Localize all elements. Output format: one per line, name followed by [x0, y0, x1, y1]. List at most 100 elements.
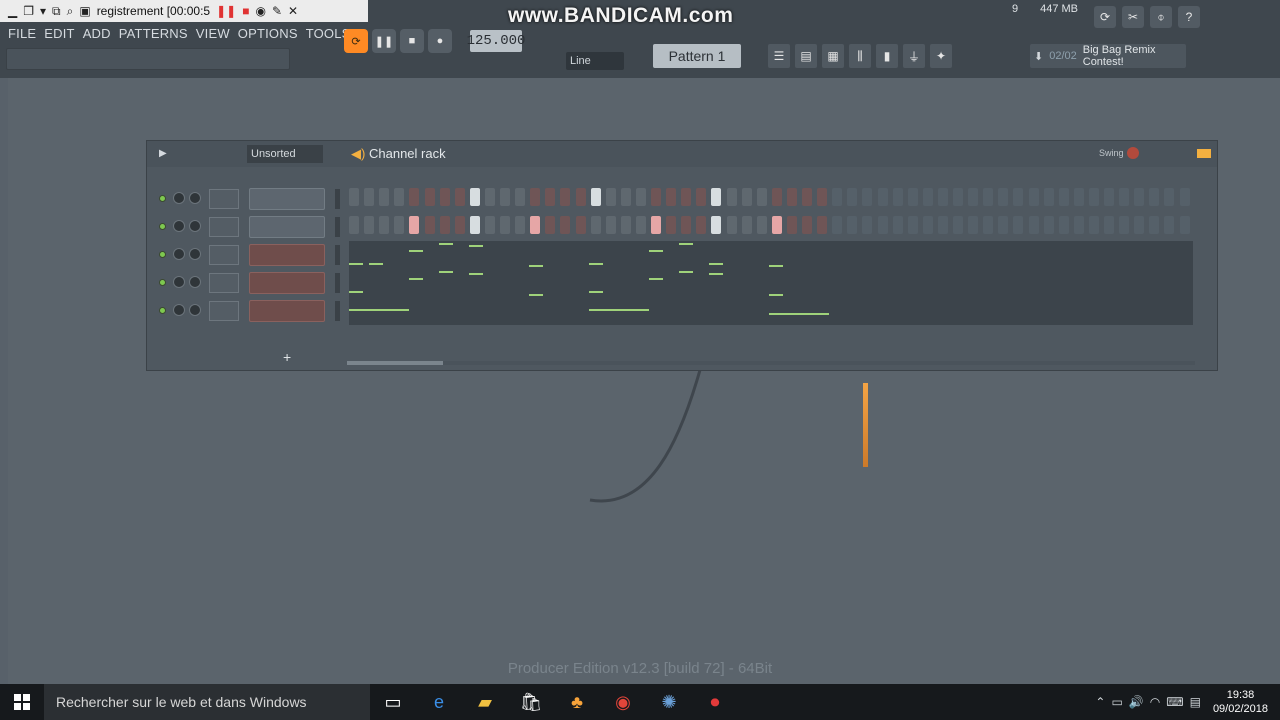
- step-button[interactable]: [847, 216, 858, 234]
- restore-icon[interactable]: ❐: [23, 4, 34, 18]
- step-button[interactable]: [1149, 188, 1160, 206]
- step-button[interactable]: [998, 216, 1009, 234]
- step-button[interactable]: [1134, 188, 1145, 206]
- step-button[interactable]: [515, 188, 526, 206]
- search-box[interactable]: Rechercher sur le web et dans Windows: [44, 684, 370, 720]
- mixer-track[interactable]: [209, 217, 239, 237]
- playlist-icon[interactable]: ☰: [768, 44, 790, 68]
- step-button[interactable]: [620, 216, 631, 234]
- edge-icon[interactable]: e: [416, 684, 462, 720]
- step-button[interactable]: [409, 188, 420, 206]
- step-button[interactable]: [696, 188, 707, 206]
- volume-knob[interactable]: [189, 304, 201, 316]
- volume-knob[interactable]: [189, 276, 201, 288]
- expand-icon[interactable]: ▶: [159, 148, 167, 159]
- step-button[interactable]: [575, 188, 586, 206]
- step-button[interactable]: [1119, 216, 1130, 234]
- swing-knob[interactable]: [1127, 147, 1139, 159]
- pattern-selector[interactable]: Pattern 1: [653, 44, 741, 68]
- step-button[interactable]: [530, 216, 541, 234]
- channel-name-button[interactable]: [249, 272, 325, 294]
- channel-name-button[interactable]: [249, 244, 325, 266]
- step-button[interactable]: [786, 216, 797, 234]
- stop-icon[interactable]: ■: [242, 4, 249, 18]
- step-button[interactable]: [937, 188, 948, 206]
- step-button[interactable]: [666, 216, 677, 234]
- step-button[interactable]: [424, 188, 435, 206]
- step-button[interactable]: [1164, 216, 1175, 234]
- step-button[interactable]: [605, 216, 616, 234]
- step-button[interactable]: [560, 216, 571, 234]
- close-icon[interactable]: ✕: [288, 4, 298, 18]
- step-button[interactable]: [1058, 188, 1069, 206]
- step-button[interactable]: [756, 188, 767, 206]
- step-button[interactable]: [953, 188, 963, 206]
- news-headline[interactable]: Big Bag Remix Contest!: [1083, 44, 1186, 68]
- bandicam-icon[interactable]: ⏺: [692, 684, 738, 720]
- wizard-icon[interactable]: ✦: [930, 44, 952, 68]
- step-button[interactable]: [605, 188, 616, 206]
- step-button[interactable]: [968, 188, 979, 206]
- piano-roll-icon[interactable]: ▤: [795, 44, 817, 68]
- step-button[interactable]: [469, 188, 480, 206]
- step-button[interactable]: [1043, 188, 1054, 206]
- pan-knob[interactable]: [173, 304, 185, 316]
- step-button[interactable]: [364, 216, 375, 234]
- mute-led[interactable]: [159, 307, 166, 314]
- step-button[interactable]: [500, 188, 510, 206]
- clock[interactable]: 19:38 09/02/2018: [1207, 688, 1268, 716]
- step-button[interactable]: [666, 188, 677, 206]
- record-button[interactable]: ●: [428, 29, 452, 53]
- capture-icon[interactable]: ▣: [79, 4, 90, 18]
- mixer-track[interactable]: [209, 245, 239, 265]
- step-button[interactable]: [1164, 188, 1175, 206]
- menu-options[interactable]: OPTIONS: [238, 26, 298, 41]
- step-button[interactable]: [741, 188, 752, 206]
- download-icon[interactable]: ⬇: [1034, 50, 1043, 63]
- step-button[interactable]: [817, 188, 828, 206]
- mute-led[interactable]: [159, 223, 166, 230]
- menu-edit[interactable]: EDIT: [44, 26, 74, 41]
- step-button[interactable]: [711, 216, 722, 234]
- step-button[interactable]: [832, 216, 843, 234]
- step-button[interactable]: [862, 188, 873, 206]
- step-button[interactable]: [484, 188, 495, 206]
- step-button[interactable]: [726, 188, 737, 206]
- step-button[interactable]: [711, 188, 722, 206]
- volume-knob[interactable]: [189, 248, 201, 260]
- step-button[interactable]: [832, 188, 843, 206]
- channel-name-button[interactable]: [249, 216, 325, 238]
- step-button[interactable]: [817, 216, 828, 234]
- step-button[interactable]: [620, 188, 631, 206]
- pan-knob[interactable]: [173, 220, 185, 232]
- mixer-icon[interactable]: ⫼: [849, 44, 871, 68]
- step-button[interactable]: [802, 188, 812, 206]
- step-button[interactable]: [892, 216, 903, 234]
- step-button[interactable]: [349, 216, 359, 234]
- pan-knob[interactable]: [173, 276, 185, 288]
- task-view-icon[interactable]: ▭: [370, 684, 416, 720]
- step-button[interactable]: [862, 216, 873, 234]
- step-button[interactable]: [847, 188, 858, 206]
- step-button[interactable]: [983, 216, 994, 234]
- step-button[interactable]: [500, 216, 510, 234]
- camera-icon[interactable]: ◉: [255, 4, 265, 18]
- menu-file[interactable]: FILE: [8, 26, 36, 41]
- step-button[interactable]: [726, 216, 737, 234]
- step-button[interactable]: [1088, 188, 1099, 206]
- chrome-icon[interactable]: ◉: [600, 684, 646, 720]
- cut-icon[interactable]: ✂: [1122, 6, 1144, 28]
- step-button[interactable]: [741, 216, 752, 234]
- step-button[interactable]: [877, 216, 888, 234]
- horizontal-scrollbar[interactable]: [347, 361, 1195, 365]
- step-button[interactable]: [1028, 188, 1039, 206]
- step-button[interactable]: [575, 216, 586, 234]
- browser-icon[interactable]: ▮: [876, 44, 898, 68]
- chevron-down-icon[interactable]: ▾: [40, 4, 46, 18]
- step-button[interactable]: [907, 216, 918, 234]
- channel-name-button[interactable]: [249, 188, 325, 210]
- step-button[interactable]: [1058, 216, 1069, 234]
- graph-icon[interactable]: [1197, 149, 1211, 158]
- wifi-icon[interactable]: ◠: [1150, 695, 1160, 709]
- step-button[interactable]: [454, 188, 465, 206]
